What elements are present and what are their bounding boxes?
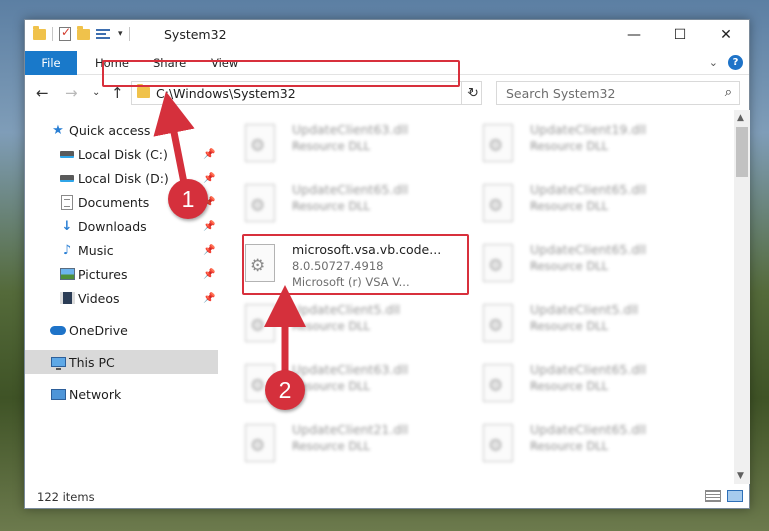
annotation-arrows bbox=[153, 91, 306, 382]
callout-number-two: 2 bbox=[265, 370, 305, 410]
callout-number-one: 1 bbox=[168, 179, 208, 219]
arrow-to-address-bar bbox=[153, 91, 195, 192]
